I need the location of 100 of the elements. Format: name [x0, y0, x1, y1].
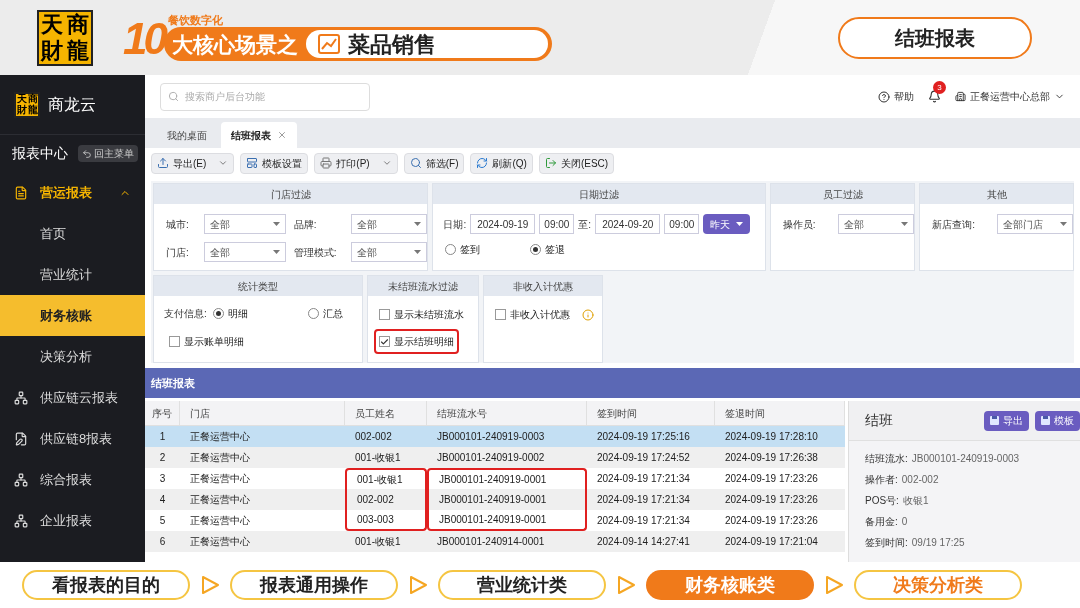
date-field[interactable]: 2024-09-20 [595, 214, 661, 234]
field-label: 结班流水: [865, 452, 908, 466]
sidebar-group[interactable]: 营运报表 [0, 172, 145, 213]
select-field[interactable]: 全部 [351, 214, 428, 234]
table-cell-text: 2024-09-19 17:23:26 [724, 493, 819, 507]
panel-button[interactable]: 导出 [984, 410, 1029, 431]
time-field[interactable]: 09:00 [664, 214, 700, 234]
sidebar-item[interactable]: 财务核账 [0, 295, 145, 336]
search-field[interactable]: 搜索商户后台功能 [160, 82, 370, 111]
table-cell-text: 2024-09-19 17:24:52 [596, 451, 691, 465]
table-cell-text: 2024-09-19 17:25:16 [596, 430, 691, 444]
triangle-arrow-icon [616, 575, 636, 595]
radio-option[interactable]: 签到 [445, 242, 481, 257]
filter-panel-title: 其他 [920, 184, 1073, 204]
checkbox-option[interactable]: 显示账单明细 [164, 329, 249, 354]
select-field[interactable]: 全部 [203, 214, 286, 234]
step-pill[interactable]: 看报表的目的 [22, 570, 190, 600]
hierarchy-icon [14, 390, 28, 405]
step-pill[interactable]: 营业统计类 [438, 570, 606, 600]
toolbar-button[interactable]: 打印(P) [314, 152, 398, 174]
checkbox-option[interactable]: 非收入计优惠 [490, 302, 599, 327]
step-pill[interactable]: 报表通用操作 [230, 570, 398, 600]
toolbar-button[interactable]: 导出(E) [151, 152, 235, 174]
toolbar-button[interactable]: 模板设置 [240, 152, 309, 174]
select-field[interactable]: 全部门店 [997, 214, 1073, 234]
quick-date-button[interactable]: 昨天 [703, 214, 751, 234]
close-icon[interactable] [277, 130, 287, 140]
logo: 天 商 財 龍 [37, 9, 93, 66]
radio-option[interactable]: 签退 [530, 242, 566, 257]
checkbox-option[interactable]: 显示未结班流水 [374, 302, 469, 327]
template-icon [246, 157, 259, 169]
select-field[interactable]: 全部 [351, 242, 428, 262]
caret-icon [381, 158, 392, 168]
search-icon [168, 90, 179, 102]
table-cell-text: 2024-09-19 17:21:04 [724, 535, 819, 549]
printer-icon [320, 157, 333, 169]
table-cell-text: 3 [158, 472, 167, 486]
sidebar-item[interactable]: 首页 [0, 213, 145, 254]
table-cell-text: JB000101-240919-0002 [436, 451, 546, 465]
toolbar-button[interactable]: 关闭(ESC) [538, 152, 615, 174]
table-row[interactable]: 1 正餐运营中心 002-002 JB000101-240919-0003 2024-09-19 17:25:16 2024-09-19 17:28:10 [145, 426, 845, 447]
field-label: 管理模式: [293, 245, 338, 260]
table-cell-text: 正餐运营中心 [189, 514, 251, 528]
organization-dropdown[interactable]: 正餐运营中心总部 [955, 89, 1065, 104]
tab[interactable]: 我的桌面 [157, 122, 217, 148]
table-cell-text: 正餐运营中心 [189, 535, 251, 549]
checkbox-option[interactable]: 显示结班明细 [374, 329, 459, 354]
panel-title: 结班 [865, 411, 893, 430]
table-cell-text: 2024-09-19 17:23:26 [724, 514, 819, 528]
section-title: 报表中心 [12, 144, 68, 163]
radio-option[interactable]: 汇总 [307, 306, 343, 321]
caret-icon [414, 222, 422, 226]
logo: 天商 財龍 [14, 91, 40, 118]
table-cell-text: 2024-09-19 17:21:34 [596, 472, 691, 486]
brand-name: 商龙云 [48, 94, 96, 115]
caret-icon [901, 222, 909, 226]
help-button[interactable]: 帮助 [878, 89, 914, 104]
refresh-icon [476, 157, 489, 169]
radio-option[interactable]: 明细 [212, 306, 248, 321]
topic: 菜品销售 [347, 30, 436, 59]
caret-icon [218, 158, 229, 168]
document-icon [14, 185, 28, 200]
table-row[interactable]: 6 正餐运营中心 001-收银1 JB000101-240914-0001 2024-09-14 14:27:41 2024-09-19 17:21:04 [145, 531, 845, 552]
sidebar-group[interactable]: 企业报表 [0, 500, 145, 541]
table-cell-text: 4 [158, 493, 167, 507]
panel-button[interactable]: 模板 [1035, 410, 1080, 431]
save-icon [1041, 416, 1050, 425]
sidebar-group[interactable]: 供应链云报表 [0, 377, 145, 418]
table-cell-text: 2024-09-14 14:27:41 [596, 535, 691, 549]
select-field[interactable]: 全部 [203, 242, 286, 262]
table-cell-text: 正餐运营中心 [189, 430, 251, 444]
notification-icon[interactable] [928, 90, 941, 103]
field-label: 支付信息: [164, 307, 207, 321]
tab[interactable]: 结班报表 [221, 122, 297, 148]
toolbar-button[interactable]: 筛选(F) [403, 152, 465, 174]
filter-panel-title: 日期过滤 [433, 184, 765, 204]
table-row[interactable]: 2 正餐运营中心 001-收银1 JB000101-240919-0002 2024-09-19 17:24:52 2024-09-19 17:26:38 [145, 447, 845, 468]
field-value: 收银1 [902, 494, 929, 508]
table-cell-text: 正餐运营中心 [189, 472, 251, 486]
table-cell-text: 正餐运营中心 [189, 451, 251, 465]
toolbar-button[interactable]: 刷新(Q) [470, 152, 533, 174]
table-cell-text: 2024-09-19 17:26:38 [724, 451, 819, 465]
sidebar-group[interactable]: 综合报表 [0, 459, 145, 500]
caret-icon [272, 250, 280, 254]
table-row[interactable]: 4 正餐运营中心 002-002 JB000101-240919-0001 2024-09-19 17:21:34 2024-09-19 17:23:26 [145, 489, 845, 510]
select-field[interactable]: 全部 [838, 214, 915, 234]
back-to-menu-button[interactable]: 回主菜单 [78, 145, 138, 162]
field-label: 城市: [166, 217, 190, 232]
subtitle: 餐饮数字化 [167, 13, 224, 28]
date-field[interactable]: 2024-09-19 [470, 214, 536, 234]
time-field[interactable]: 09:00 [539, 214, 575, 234]
field-value: 09/19 17:25 [911, 536, 965, 550]
table-cell-text: 2 [158, 451, 167, 465]
sidebar-item[interactable]: 决策分析 [0, 336, 145, 377]
table-cell-text: 正餐运营中心 [189, 493, 251, 507]
sidebar-item[interactable]: 营业统计 [0, 254, 145, 295]
sidebar-group[interactable]: 供应链8报表 [0, 418, 145, 459]
field-label: 签到时间: [865, 536, 908, 550]
column-header: 门店 [180, 401, 345, 425]
page-title: 结班报表 [838, 16, 1032, 59]
